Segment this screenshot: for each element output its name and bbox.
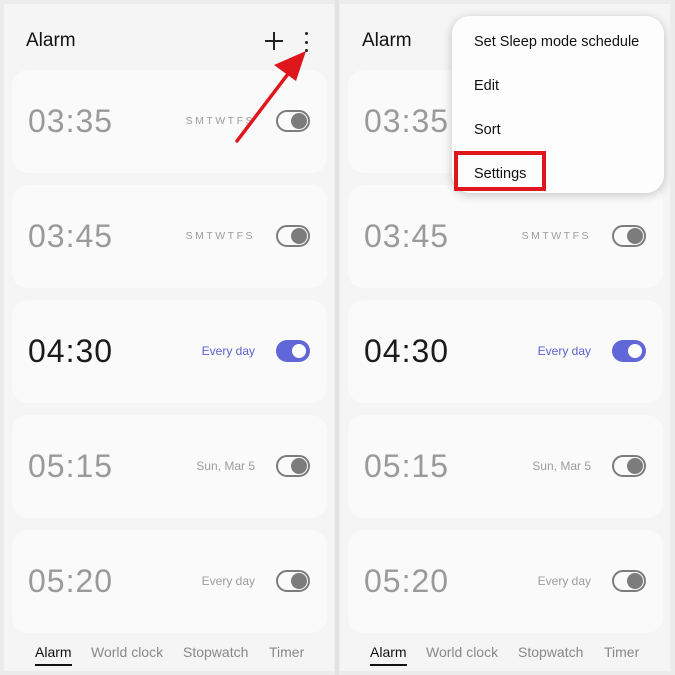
arrow-head <box>274 51 306 81</box>
alarm-screen-right: Alarm 03:35 03:45 SMTWTFS 04:30 Every da… <box>340 4 670 671</box>
menu-item-sort[interactable]: Sort <box>474 122 501 138</box>
alarm-time: 03:35 <box>364 103 450 139</box>
alarm-toggle[interactable] <box>612 340 646 362</box>
alarm-repeat-label: Every day <box>537 574 591 588</box>
alarm-card[interactable]: 04:30 Every day <box>348 300 663 403</box>
toggle-knob <box>627 458 643 474</box>
alarm-repeat-label: Every day <box>537 344 591 358</box>
alarm-screen-left: Alarm 03:35 SMTWTFS 03:45 SMTWTFS 04:30 … <box>4 4 334 671</box>
tab-stopwatch[interactable]: Stopwatch <box>518 644 583 660</box>
menu-item-edit[interactable]: Edit <box>474 78 499 94</box>
menu-item-sleep-schedule[interactable]: Set Sleep mode schedule <box>474 34 639 50</box>
alarm-time: 05:15 <box>364 448 450 484</box>
alarm-card[interactable]: 05:15 Sun, Mar 5 <box>348 415 663 518</box>
toggle-knob <box>627 573 643 589</box>
alarm-card[interactable]: 03:45 SMTWTFS <box>348 185 663 288</box>
annotation-arrow-icon <box>235 51 306 143</box>
arrow-shaft <box>235 68 293 143</box>
annotation-highlight-box <box>454 151 546 191</box>
alarm-card[interactable]: 05:20 Every day <box>348 530 663 633</box>
screenshot-divider <box>335 0 339 675</box>
page-title: Alarm <box>362 30 412 51</box>
bottom-tab-bar: Alarm World clock Stopwatch Timer <box>340 642 670 666</box>
toggle-knob <box>627 228 643 244</box>
alarm-days: SMTWTFS <box>521 230 591 242</box>
toggle-knob <box>626 342 644 360</box>
alarm-time: 04:30 <box>364 333 450 369</box>
tab-timer[interactable]: Timer <box>604 644 639 660</box>
alarm-toggle[interactable] <box>612 225 646 247</box>
alarm-time: 05:20 <box>364 563 450 599</box>
tab-world-clock[interactable]: World clock <box>426 644 498 660</box>
alarm-toggle[interactable] <box>612 455 646 477</box>
alarm-time: 03:45 <box>364 218 450 254</box>
alarm-repeat-label: Sun, Mar 5 <box>532 459 591 473</box>
alarm-toggle[interactable] <box>612 570 646 592</box>
tab-alarm[interactable]: Alarm <box>370 644 407 666</box>
